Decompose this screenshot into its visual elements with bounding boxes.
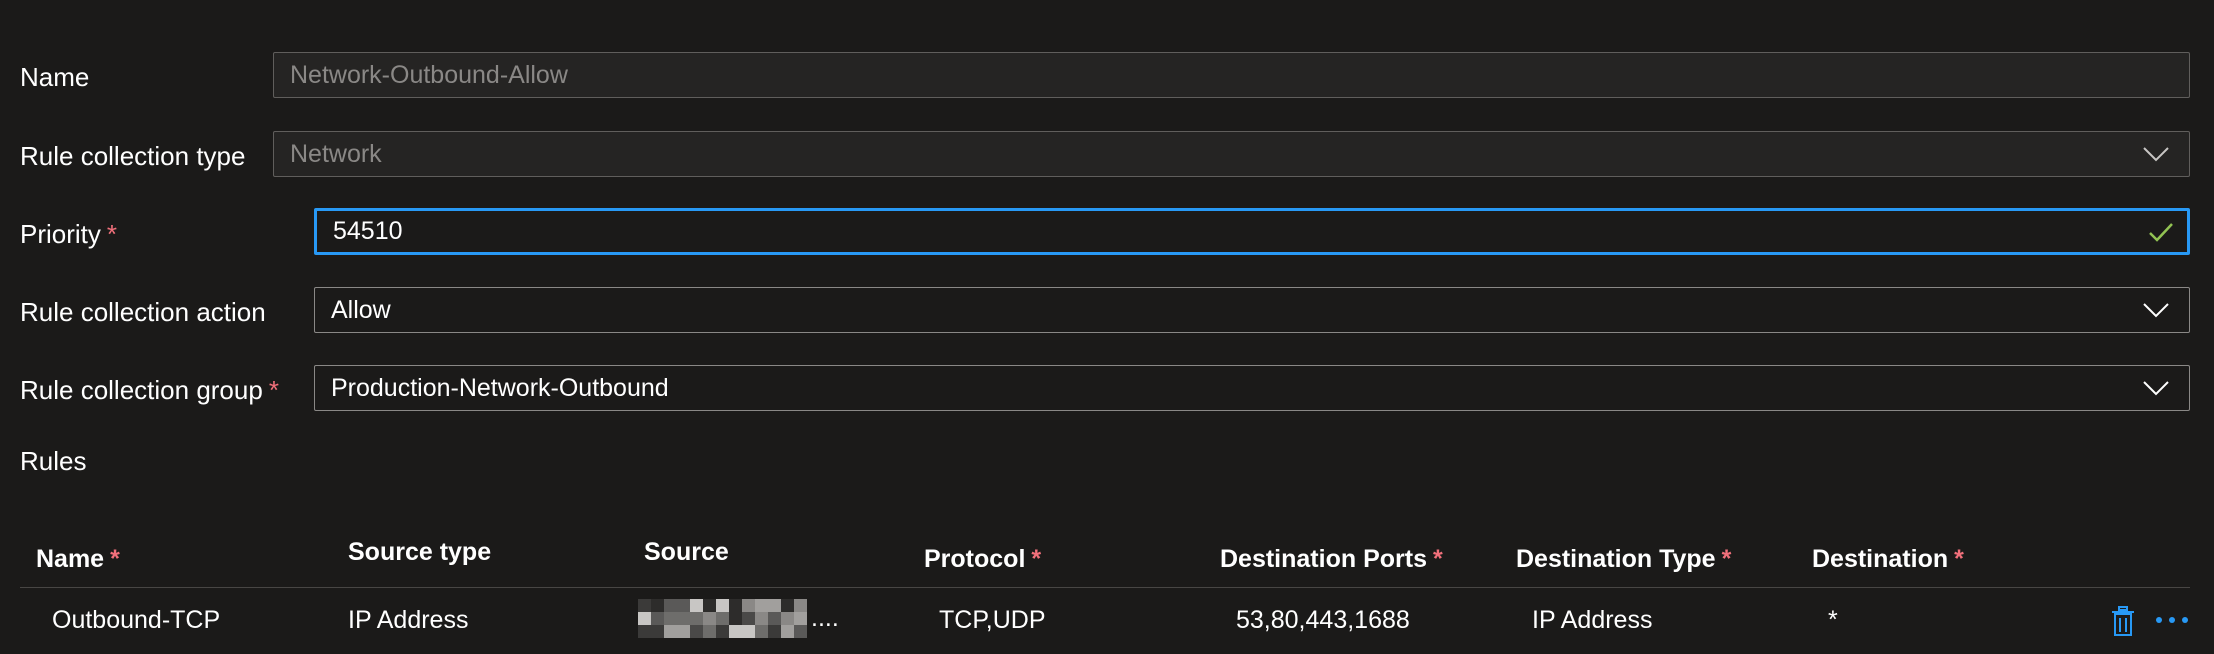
priority-input[interactable] [317, 211, 2147, 252]
redaction-pixel [677, 624, 690, 638]
redaction-pixel [768, 624, 781, 638]
rule-collection-type-value: Network [290, 139, 382, 168]
rule-destination-type-cell[interactable]: IP Address [1532, 606, 1652, 635]
rule-collection-group-label: Rule collection group * [20, 375, 279, 405]
rule-collection-action-value: Allow [331, 295, 391, 324]
redaction-pixel [729, 611, 742, 625]
redaction-pixel [638, 611, 651, 625]
priority-field[interactable] [314, 208, 2190, 255]
redaction-pixel [742, 611, 755, 625]
redaction-pixel [755, 611, 768, 625]
column-header-source: Source [644, 538, 729, 566]
redaction-pixel [716, 611, 729, 625]
redaction-pixel [755, 624, 768, 638]
more-options-icon[interactable] [2154, 613, 2190, 627]
redaction-pixel [703, 624, 716, 638]
redaction-pixel [651, 611, 664, 625]
required-marker: * [268, 375, 279, 405]
redaction-pixel [690, 624, 703, 638]
name-value: Network-Outbound-Allow [290, 60, 568, 89]
column-header-source-type: Source type [348, 538, 492, 566]
redaction-pixel [729, 598, 742, 612]
trash-icon[interactable] [2108, 604, 2138, 638]
rule-destination-ports-cell[interactable]: 53,80,443,1688 [1236, 606, 1410, 635]
redaction-pixel [768, 598, 781, 612]
rule-name-cell[interactable]: Outbound-TCP [52, 606, 220, 635]
redaction-pixel [664, 611, 677, 625]
table-header-divider [20, 587, 2190, 588]
redaction-pixel [794, 598, 807, 612]
redaction-pixel [638, 624, 651, 638]
source-overflow-ellipsis: .... [811, 603, 839, 632]
rule-collection-action-dropdown[interactable]: Allow [314, 287, 2190, 333]
required-marker: * [106, 219, 118, 249]
chevron-down-icon [2143, 303, 2169, 318]
redaction-pixel [664, 598, 677, 612]
name-field: Network-Outbound-Allow [273, 52, 2190, 98]
rules-section-label: Rules [20, 446, 87, 476]
column-header-protocol: Protocol * [924, 545, 1042, 573]
redaction-pixel [638, 598, 651, 612]
column-header-name: Name * [36, 545, 120, 573]
redaction-pixel [742, 598, 755, 612]
redaction-pixel [768, 611, 781, 625]
redaction-pixel [781, 624, 794, 638]
column-header-destination-ports: Destination Ports * [1220, 545, 1443, 573]
redaction-pixel [755, 598, 768, 612]
rule-source-cell[interactable]: .... [638, 596, 858, 640]
redaction-pixel [742, 624, 755, 638]
redaction-pixel [794, 624, 807, 638]
rule-collection-form: Name Network-Outbound-Allow Rule collect… [0, 0, 2214, 654]
chevron-down-icon [2143, 381, 2169, 396]
rule-collection-type-label: Rule collection type [20, 141, 246, 171]
column-header-destination-type: Destination Type * [1516, 545, 1732, 573]
chevron-down-icon [2143, 147, 2169, 162]
redaction-pixel [677, 598, 690, 612]
rule-collection-group-dropdown[interactable]: Production-Network-Outbound [314, 365, 2190, 411]
redaction-pixel [651, 598, 664, 612]
redaction-pixel [690, 611, 703, 625]
rule-destination-cell[interactable]: * [1828, 606, 1838, 635]
redaction-pixel [703, 611, 716, 625]
redaction-pixel [729, 624, 742, 638]
redaction-pixel [690, 598, 703, 612]
redaction-pixel [781, 611, 794, 625]
rule-protocol-cell[interactable]: TCP,UDP [939, 606, 1046, 635]
rule-collection-action-label: Rule collection action [20, 297, 266, 327]
column-header-destination: Destination * [1812, 545, 1964, 573]
redaction-pixel [703, 598, 716, 612]
redaction-pixel [677, 611, 690, 625]
rule-collection-group-value: Production-Network-Outbound [331, 373, 669, 402]
checkmark-icon [2149, 222, 2173, 242]
rule-source-type-cell[interactable]: IP Address [348, 606, 468, 635]
redaction-pixel [716, 624, 729, 638]
name-label: Name [20, 62, 90, 92]
redaction-pixel [651, 624, 664, 638]
redaction-pixel [794, 611, 807, 625]
redacted-source-pixels [638, 598, 807, 638]
redaction-pixel [664, 624, 677, 638]
redaction-pixel [781, 598, 794, 612]
redaction-pixel [716, 598, 729, 612]
rule-collection-type-dropdown: Network [273, 131, 2190, 177]
priority-label: Priority * [20, 219, 118, 249]
